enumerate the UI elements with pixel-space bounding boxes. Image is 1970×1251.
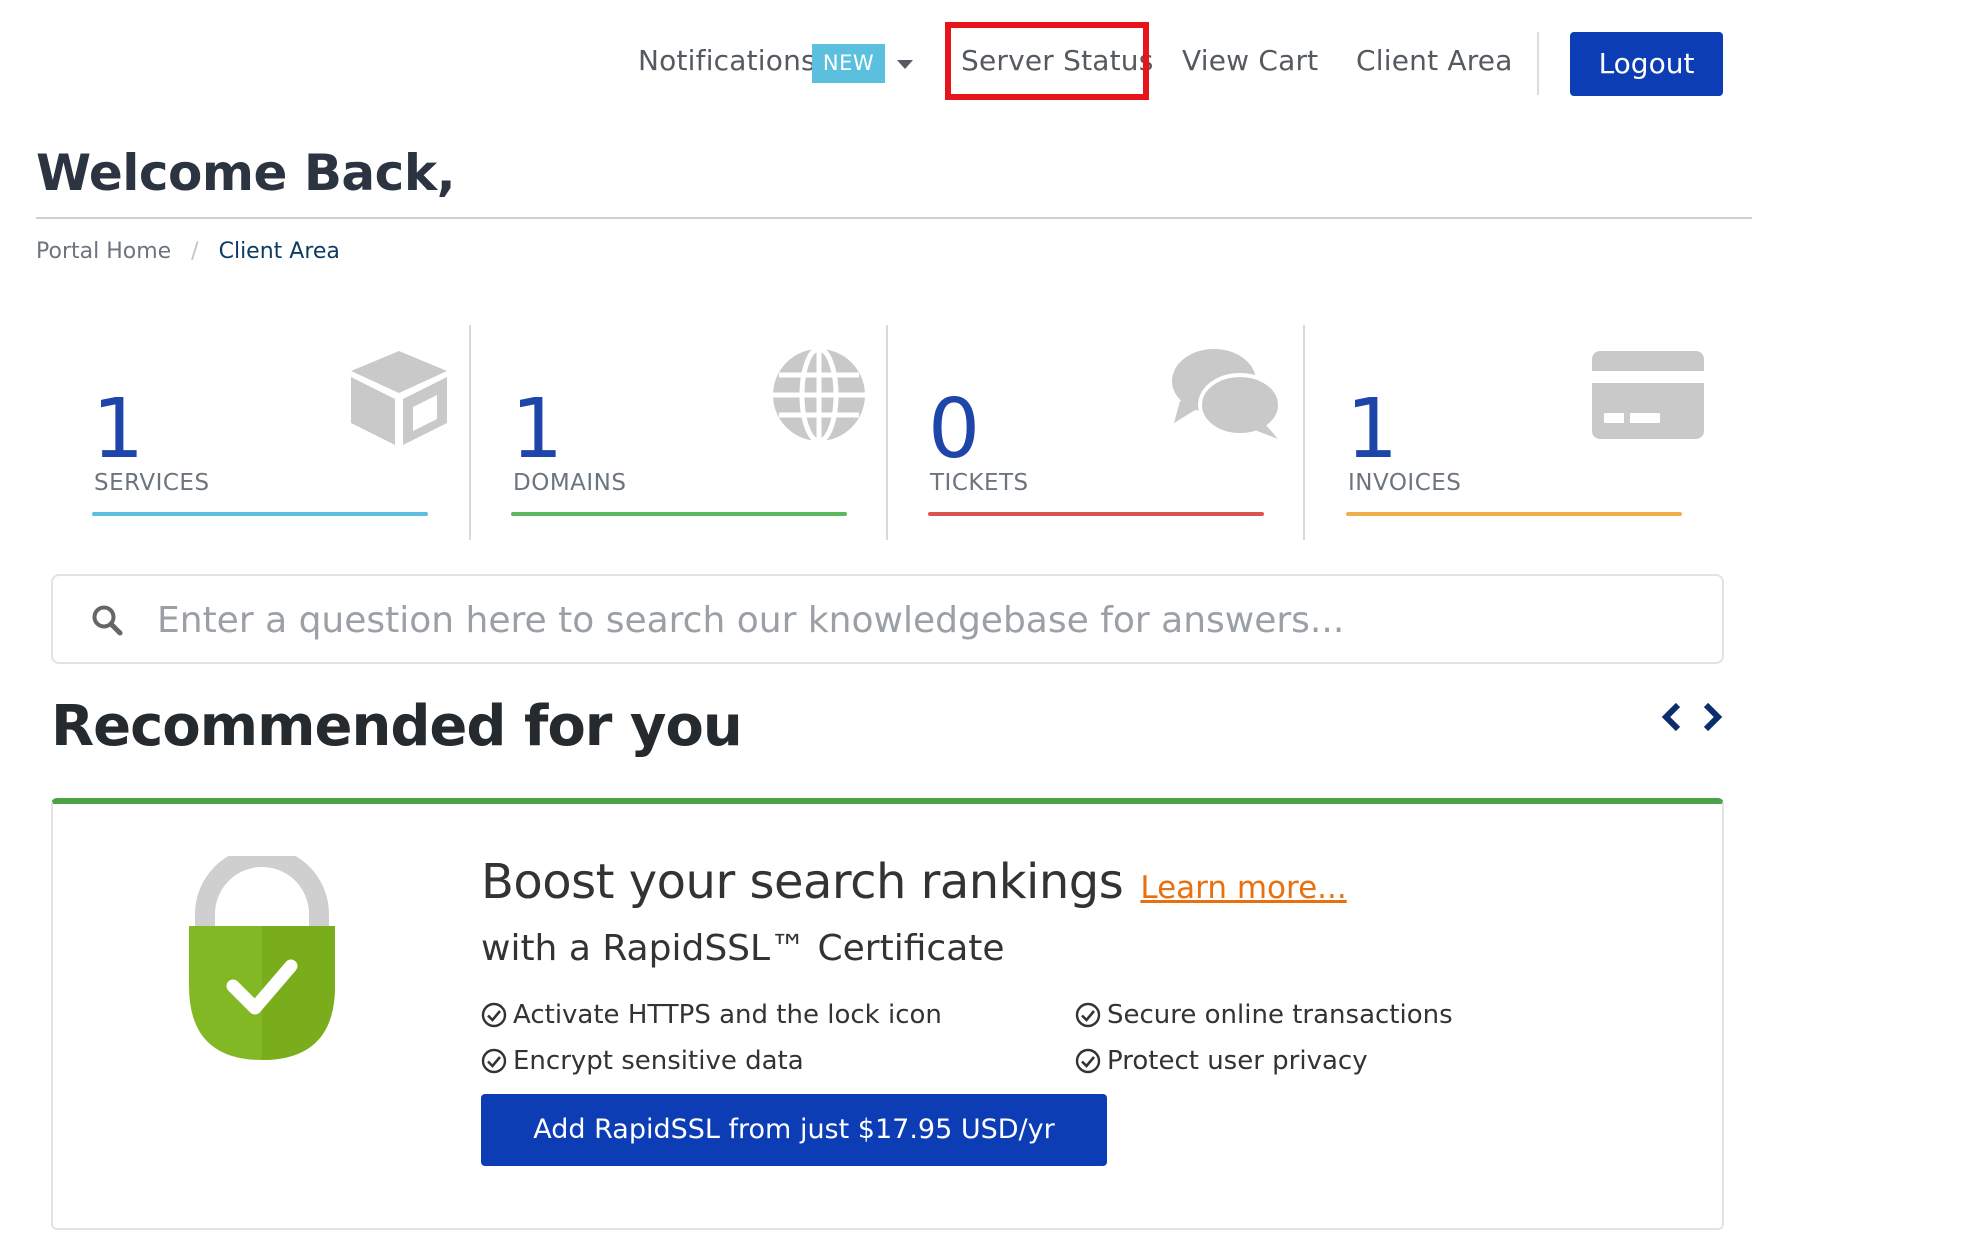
recommended-title: Recommended for you	[51, 694, 743, 759]
nav-client-area-label: Client Area	[1356, 44, 1513, 77]
feature-text: Secure online transactions	[1107, 1000, 1453, 1030]
breadcrumb-separator: /	[191, 239, 199, 264]
stat-tile-divider	[1303, 325, 1305, 540]
promo-headline-text: Boost your search rankings	[481, 854, 1124, 910]
stat-label: TICKETS	[930, 470, 1029, 496]
check-circle-icon	[1075, 1048, 1101, 1074]
padlock-check-icon	[183, 847, 341, 1068]
logout-button[interactable]: Logout	[1570, 32, 1723, 96]
notifications-new-badge: NEW	[812, 44, 885, 83]
chevron-right-icon[interactable]	[1700, 702, 1724, 736]
chevron-down-icon[interactable]	[897, 60, 913, 69]
breadcrumb-client-area[interactable]: Client Area	[219, 239, 340, 264]
stat-accent-bar	[92, 512, 428, 516]
feature-item: Activate HTTPS and the lock icon	[481, 1000, 942, 1030]
server-status-highlight	[945, 22, 1149, 100]
feature-text: Protect user privacy	[1107, 1046, 1368, 1076]
stat-accent-bar	[511, 512, 847, 516]
feature-item: Encrypt sensitive data	[481, 1046, 804, 1076]
cube-icon	[347, 347, 451, 451]
check-circle-icon	[1075, 1002, 1101, 1028]
breadcrumb-portal-home[interactable]: Portal Home	[36, 239, 171, 264]
stat-count: 0	[928, 382, 981, 477]
stat-tile-tickets[interactable]: 0 TICKETS	[928, 325, 1282, 540]
check-circle-icon	[481, 1002, 507, 1028]
page-title: Welcome Back,	[36, 144, 456, 202]
nav-notifications-label: Notifications	[638, 44, 816, 77]
stat-label: DOMAINS	[513, 470, 627, 496]
feature-text: Activate HTTPS and the lock icon	[513, 1000, 942, 1030]
promo-subhead: with a RapidSSL™ Certificate	[481, 928, 1005, 969]
nav-client-area[interactable]: Client Area	[1356, 40, 1513, 82]
knowledgebase-search	[51, 574, 1724, 664]
stat-label: INVOICES	[1348, 470, 1462, 496]
search-input[interactable]	[155, 594, 1655, 646]
nav-notifications[interactable]: Notifications	[638, 40, 816, 82]
stat-tile-services[interactable]: 1 SERVICES	[92, 325, 447, 540]
nav-view-cart-label: View Cart	[1182, 44, 1319, 77]
feature-item: Protect user privacy	[1075, 1046, 1368, 1076]
stat-tile-domains[interactable]: 1 DOMAINS	[511, 325, 865, 540]
stat-count: 1	[1346, 382, 1399, 477]
stat-accent-bar	[928, 512, 1264, 516]
stat-count: 1	[511, 382, 564, 477]
stat-tile-divider	[886, 325, 888, 540]
stat-count: 1	[92, 382, 145, 477]
feature-item: Secure online transactions	[1075, 1000, 1453, 1030]
nav-divider	[1537, 32, 1539, 95]
promo-headline: Boost your search rankings Learn more...	[481, 854, 1347, 910]
breadcrumb: Portal Home / Client Area	[36, 236, 340, 268]
stat-accent-bar	[1346, 512, 1682, 516]
search-icon[interactable]	[91, 604, 123, 640]
learn-more-link[interactable]: Learn more...	[1140, 870, 1346, 906]
globe-icon	[771, 346, 867, 447]
credit-card-icon	[1592, 351, 1704, 443]
title-divider	[36, 217, 1752, 219]
stat-tile-invoices[interactable]: 1 INVOICES	[1346, 325, 1704, 540]
nav-view-cart[interactable]: View Cart	[1182, 40, 1318, 82]
stat-label: SERVICES	[94, 470, 210, 496]
check-circle-icon	[481, 1048, 507, 1074]
comments-icon	[1170, 347, 1282, 443]
promo-card-rapidssl: Boost your search rankings Learn more...…	[51, 798, 1724, 1230]
stat-tile-divider	[469, 325, 471, 540]
chevron-left-icon[interactable]	[1660, 702, 1684, 736]
feature-text: Encrypt sensitive data	[513, 1046, 804, 1076]
add-rapidssl-button[interactable]: Add RapidSSL from just $17.95 USD/yr	[481, 1094, 1107, 1166]
